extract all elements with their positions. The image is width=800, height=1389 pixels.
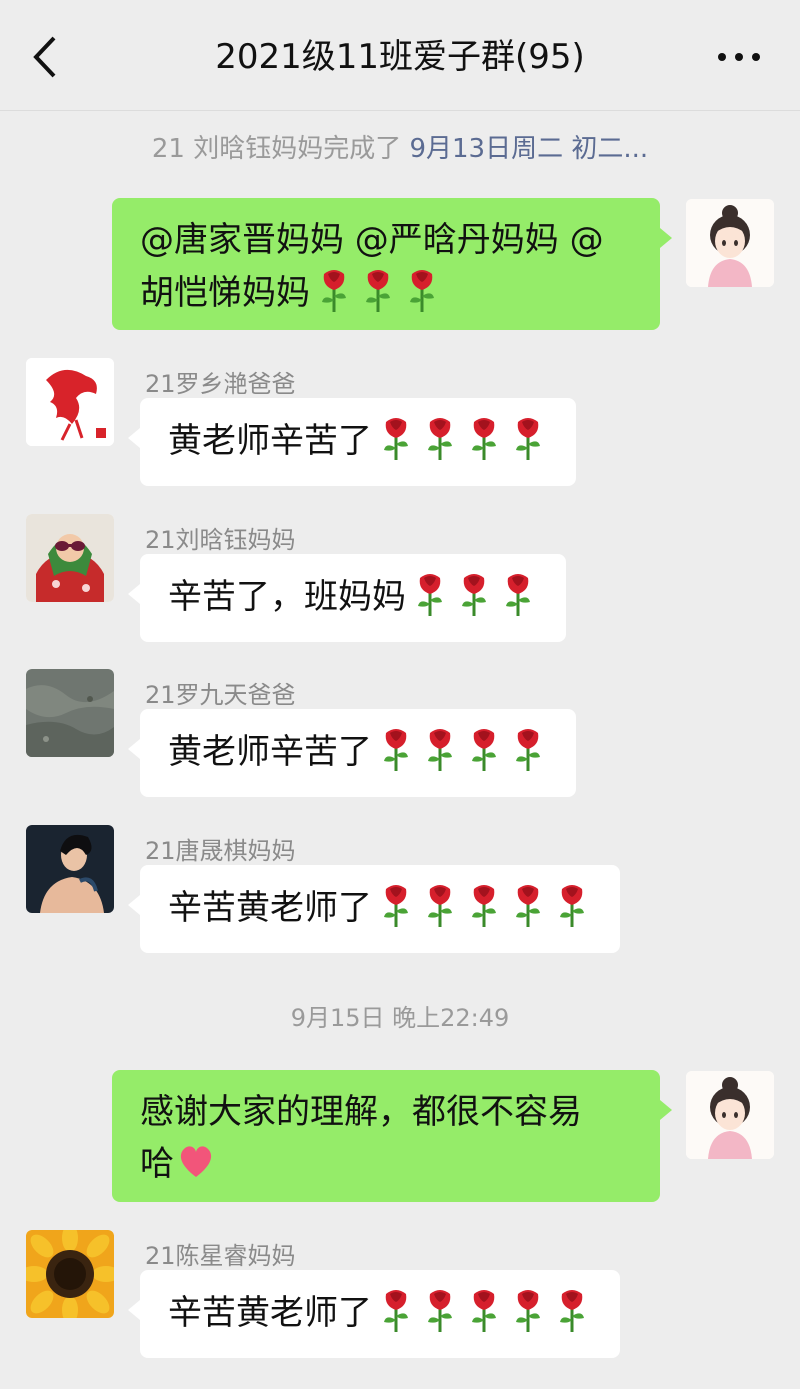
rose-emoji-icon <box>454 570 494 618</box>
rose-emoji-group <box>406 574 538 617</box>
message-text: 哈 <box>140 1144 174 1184</box>
message-text: @唐家晋妈妈 @严晗丹妈妈 @ <box>140 220 604 260</box>
avatar[interactable] <box>686 199 774 287</box>
rose-emoji-icon <box>420 725 460 773</box>
message-text: 辛苦了，班妈妈 <box>168 577 406 617</box>
rose-emoji-icon <box>410 570 450 618</box>
rose-emoji-icon <box>552 1286 592 1334</box>
message-bubble[interactable]: 感谢大家的理解，都很不容易 哈 <box>112 1070 672 1202</box>
rose-emoji-group <box>372 729 548 772</box>
rose-emoji-icon <box>464 414 504 462</box>
avatar[interactable] <box>26 514 114 602</box>
avatar[interactable] <box>26 669 114 757</box>
rose-emoji-group <box>372 885 592 928</box>
message-text: 感谢大家的理解，都很不容易 <box>140 1092 582 1132</box>
system-notice: 21 刘晗钰妈妈完成了 9月13日周二 初二... <box>0 128 800 165</box>
rose-emoji-icon <box>376 725 416 773</box>
avatar[interactable] <box>686 1071 774 1159</box>
rose-emoji-icon <box>420 414 460 462</box>
message-text: 黄老师辛苦了 <box>168 421 372 461</box>
avatar[interactable] <box>26 1230 114 1318</box>
rose-emoji-icon <box>420 881 460 929</box>
rose-emoji-icon <box>498 570 538 618</box>
chat-title: 2021级11班爱子群(95) <box>215 37 585 77</box>
notice-text: 21 刘晗钰妈妈完成了 <box>151 134 402 164</box>
rose-emoji-icon <box>464 725 504 773</box>
more-button[interactable] <box>714 40 764 74</box>
sender-name: 21罗九天爸爸 <box>145 681 296 709</box>
message-text: 辛苦黄老师了 <box>168 1293 372 1333</box>
message-bubble[interactable]: 辛苦黄老师了 <box>128 865 620 953</box>
message-bubble[interactable]: @唐家晋妈妈 @严晗丹妈妈 @ 胡恺悌妈妈 <box>112 198 672 330</box>
heart-emoji-icon <box>180 1146 212 1177</box>
rose-emoji-icon <box>508 414 548 462</box>
avatar[interactable] <box>26 358 114 446</box>
sunflower-avatar-image <box>26 1230 114 1318</box>
red-horse-avatar-image <box>26 358 114 446</box>
girl-avatar-image <box>686 199 774 287</box>
message-bubble[interactable]: 黄老师辛苦了 <box>128 398 576 486</box>
rose-emoji-icon <box>420 1286 460 1334</box>
timestamp: 9月15日 晚上22:49 <box>290 1004 510 1032</box>
rose-emoji-icon <box>464 1286 504 1334</box>
rose-emoji-icon <box>376 1286 416 1334</box>
sender-name: 21罗乡滟爸爸 <box>145 370 296 398</box>
chat-header: 2021级11班爱子群(95) <box>0 0 800 111</box>
rose-emoji-icon <box>402 266 442 314</box>
rose-emoji-group <box>372 418 548 461</box>
sender-name: 21陈星睿妈妈 <box>145 1242 296 1270</box>
rose-emoji-group <box>372 1290 592 1333</box>
message-text: 胡恺悌妈妈 <box>140 273 310 313</box>
notice-link[interactable]: 9月13日周二 初二... <box>409 134 648 164</box>
message-bubble[interactable]: 辛苦黄老师了 <box>128 1270 620 1358</box>
rose-emoji-icon <box>314 266 354 314</box>
message-text: 黄老师辛苦了 <box>168 732 372 772</box>
rose-emoji-icon <box>358 266 398 314</box>
rose-emoji-icon <box>508 881 548 929</box>
girl-avatar-image <box>686 1071 774 1159</box>
rose-emoji-icon <box>376 414 416 462</box>
message-text: 辛苦黄老师了 <box>168 888 372 928</box>
landscape-avatar-image <box>26 669 114 757</box>
rose-emoji-group <box>310 270 442 313</box>
woman-portrait-avatar-image <box>26 825 114 913</box>
rose-emoji-icon <box>464 881 504 929</box>
child-photo-avatar-image <box>26 514 114 602</box>
sender-name: 21刘晗钰妈妈 <box>145 526 296 554</box>
sender-name: 21唐晟棋妈妈 <box>145 837 296 865</box>
avatar[interactable] <box>26 825 114 913</box>
message-bubble[interactable]: 黄老师辛苦了 <box>128 709 576 797</box>
message-bubble[interactable]: 辛苦了，班妈妈 <box>128 554 566 642</box>
rose-emoji-icon <box>508 1286 548 1334</box>
rose-emoji-icon <box>552 881 592 929</box>
rose-emoji-icon <box>508 725 548 773</box>
more-icon <box>718 53 760 61</box>
rose-emoji-icon <box>376 881 416 929</box>
